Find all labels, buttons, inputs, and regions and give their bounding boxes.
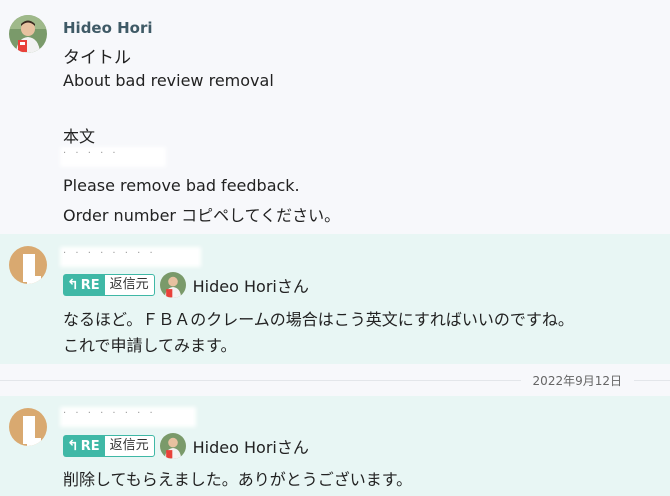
- reply-reference[interactable]: ↰ RE 返信元 Hideo Horiさん: [63, 272, 309, 298]
- redacted-marks: · · · · · · · ·: [63, 248, 156, 259]
- sender-name[interactable]: Hideo Hori: [63, 19, 153, 37]
- message-reply-2: · · · · · · · · ↰ RE 返信元 Hideo Horiさん 削除…: [0, 396, 670, 496]
- message-line: なるほど。ＦＢＡのクレームの場合はこう英文にすればいいのですね。: [63, 310, 574, 329]
- message-line: 本文: [63, 127, 96, 146]
- avatar-redacted-user[interactable]: [9, 246, 47, 284]
- message-line: 削除してもらえました。ありがとうございます。: [63, 470, 413, 489]
- reply-badge[interactable]: ↰ RE: [63, 274, 104, 296]
- date-label: 2022年9月12日: [520, 372, 634, 389]
- avatar-hideo-hori[interactable]: [9, 15, 47, 53]
- reply-avatar: [159, 433, 186, 459]
- message-line: これで申請してみます。: [63, 336, 237, 355]
- message-reply-1: · · · · · · · · ↰ RE 返信元 Hideo Horiさん なる…: [0, 234, 670, 364]
- date-separator: 2022年9月12日: [0, 370, 670, 390]
- message-hideo-hori: Hideo Hori タイトル About bad review removal…: [0, 0, 670, 234]
- message-line: Please remove bad feedback.: [63, 176, 300, 195]
- message-line: About bad review removal: [63, 71, 274, 90]
- reply-source-label[interactable]: 返信元: [103, 435, 155, 457]
- message-line: タイトル: [63, 48, 131, 68]
- redacted-marks: · · · · · · · ·: [63, 408, 156, 419]
- reply-arrow-icon: ↰: [67, 277, 79, 293]
- reply-to-name[interactable]: Hideo Horiさん: [193, 434, 309, 458]
- reply-arrow-icon: ↰: [67, 438, 79, 454]
- reply-avatar: [159, 272, 186, 298]
- redacted-marks: · · · · ·: [63, 148, 119, 159]
- reply-badge[interactable]: ↰ RE: [63, 435, 104, 457]
- reply-reference[interactable]: ↰ RE 返信元 Hideo Horiさん: [63, 433, 309, 459]
- reply-source-label[interactable]: 返信元: [103, 274, 155, 296]
- reply-to-name[interactable]: Hideo Horiさん: [193, 273, 309, 297]
- message-line: Order number コピペしてください。: [63, 206, 341, 225]
- avatar-redacted-user[interactable]: [9, 408, 47, 446]
